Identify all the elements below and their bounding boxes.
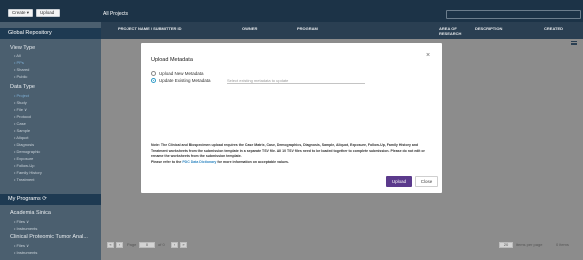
sidebar-item-all[interactable]: • All [14, 53, 21, 58]
page-count-label: of 0 [158, 242, 165, 247]
page-label: Page [127, 242, 137, 247]
note-ref-prefix: Please refer to the [151, 159, 182, 164]
update-existing-metadata-radio[interactable] [151, 78, 156, 83]
sidebar-item-diagnosis[interactable]: • Diagnosis [14, 142, 34, 147]
upload-button[interactable]: Upload ▾ [36, 9, 60, 21]
modal-title: Upload Metadata [151, 57, 193, 63]
upload-new-metadata-label[interactable]: Upload New Metadata [159, 71, 204, 76]
sidebar-item-protocol[interactable]: • Protocol [14, 114, 31, 119]
modal-upload-button[interactable]: Upload [386, 176, 412, 187]
program-instruments-item[interactable]: • Instruments [14, 226, 37, 231]
items-per-page-label: items per page [516, 242, 543, 247]
upload-new-metadata-radio[interactable] [151, 71, 156, 76]
program-cptac[interactable]: Clinical Proteomic Tumor Anal... [10, 234, 88, 240]
global-repository-header[interactable]: Global Repository [0, 28, 101, 39]
pdc-data-dictionary-link[interactable]: PDC Data Dictionary [182, 160, 216, 164]
note-text: Note: The Clinical and Biospecimen uploa… [151, 143, 425, 158]
sidebar-item-file[interactable]: • File ∨ [14, 107, 27, 112]
prev-page-button[interactable]: ‹ [116, 242, 123, 248]
sidebar: Global Repository View Type • All • PPs … [0, 22, 101, 260]
existing-metadata-select[interactable]: Select existing metadata to update [227, 78, 365, 84]
program-instruments-item[interactable]: • Instruments [14, 250, 37, 255]
sidebar-item-family-history[interactable]: • Family History [14, 170, 42, 175]
top-bar: Create ▾ Upload ▾ All Projects [0, 0, 583, 22]
sidebar-item-case[interactable]: • Case [14, 121, 26, 126]
breadcrumb: All Projects [103, 11, 129, 17]
sidebar-item-treatment[interactable]: • Treatment [14, 177, 35, 182]
upload-note: Note: The Clinical and Biospecimen uploa… [151, 143, 433, 165]
create-button[interactable]: Create ▾ [8, 9, 33, 17]
column-header-area-of-research[interactable]: AREA OF RESEARCH [439, 26, 469, 36]
sidebar-item-project[interactable]: • Project [14, 93, 29, 98]
program-academia-sinica[interactable]: Academia Sinica [10, 210, 51, 216]
modal-close-button[interactable]: Close [415, 176, 438, 187]
items-count: 0 items [556, 242, 569, 247]
next-page-button[interactable]: › [171, 242, 178, 248]
sidebar-item-shared[interactable]: • Shared [14, 67, 29, 72]
sidebar-item-sample[interactable]: • Sample [14, 128, 30, 133]
column-header-project-name[interactable]: PROJECT NAME / SUBMITTER ID [118, 26, 182, 31]
column-menu-icon[interactable] [571, 41, 577, 45]
view-type-title: View Type [10, 45, 36, 51]
data-type-title: Data Type [10, 84, 35, 90]
program-files-item[interactable]: • Files ∨ [14, 219, 29, 224]
upload-metadata-modal: Upload Metadata × Upload New Metadata Up… [141, 43, 442, 193]
sidebar-item-pps[interactable]: • PPs [14, 60, 24, 65]
page-number-input[interactable]: 0 [139, 242, 155, 248]
sidebar-item-follow-up[interactable]: • Follow-Up [14, 163, 35, 168]
column-header-program[interactable]: PROGRAM [297, 26, 318, 31]
update-existing-metadata-label[interactable]: Update Existing Metadata [159, 78, 211, 83]
table-header: PROJECT NAME / SUBMITTER ID OWNER PROGRA… [101, 22, 583, 39]
program-files-item[interactable]: • Files ∨ [14, 243, 29, 248]
sidebar-item-exposure[interactable]: • Exposure [14, 156, 33, 161]
column-header-description[interactable]: DESCRIPTION [475, 26, 502, 31]
sidebar-item-study[interactable]: • Study [14, 100, 27, 105]
sidebar-item-demographic[interactable]: • Demographic [14, 149, 40, 154]
close-icon[interactable]: × [426, 52, 430, 59]
first-page-button[interactable]: « [107, 242, 114, 248]
my-programs-header[interactable]: My Programs ⟳ [0, 194, 101, 205]
sidebar-item-aliquot[interactable]: • Aliquot [14, 135, 29, 140]
search-input[interactable] [446, 10, 581, 19]
column-header-owner[interactable]: OWNER [242, 26, 257, 31]
last-page-button[interactable]: » [180, 242, 187, 248]
column-header-created[interactable]: CREATED [544, 26, 563, 31]
items-per-page-select[interactable]: 20 [499, 242, 513, 248]
sidebar-item-public[interactable]: • Public [14, 74, 27, 79]
note-ref-suffix: for more information on acceptable value… [217, 159, 289, 164]
